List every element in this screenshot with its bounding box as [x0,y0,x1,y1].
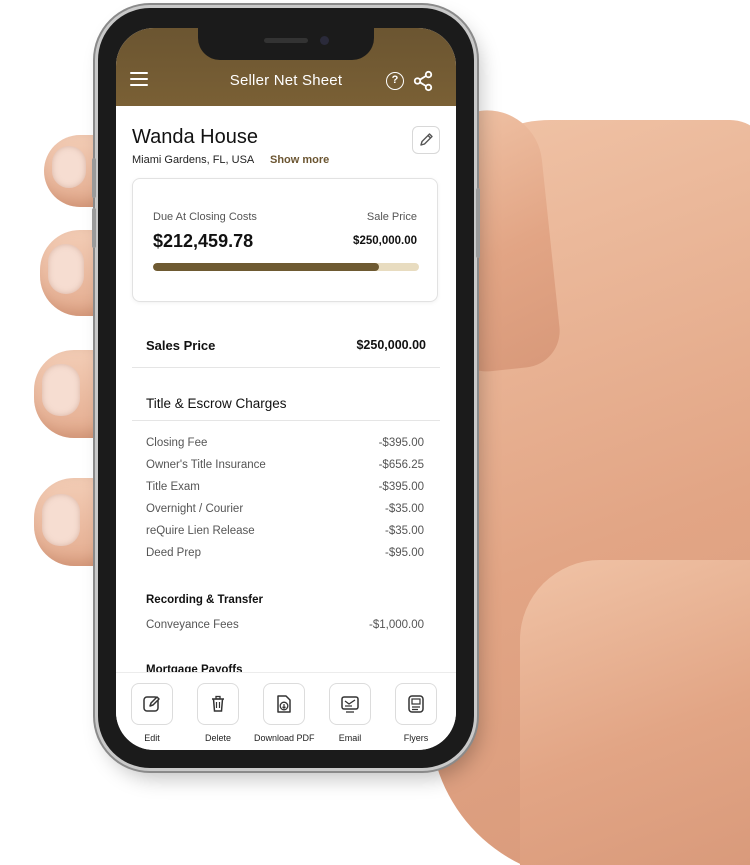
page-title: Seller Net Sheet [229,72,343,89]
list-item: Conveyance Fees -$1,000.00 [146,614,424,636]
phone-frame: Seller Net Sheet ? Wanda House Miami Gar… [92,8,480,768]
edit-label: Edit [144,733,160,743]
list-item: reQuire Lien Release -$35.00 [146,520,424,542]
list-item: Deed Prep -$95.00 [146,542,424,564]
sales-price-value: $250,000.00 [356,338,426,352]
item-value: -$395.00 [378,437,424,449]
item-label: Closing Fee [146,437,208,449]
fingernail-3 [42,364,80,416]
fingernail-4 [42,494,80,546]
sale-price-amount: $250,000.00 [353,235,417,247]
email-button[interactable]: Email [320,683,380,743]
property-location: Miami Gardens, FL, USA [132,154,255,166]
sales-price-label: Sales Price [146,338,216,353]
item-value: -$95.00 [384,547,424,559]
wrist [520,560,750,865]
download-pdf-label: Download PDF [254,733,315,743]
closing-progress-fill [153,263,380,271]
email-icon [329,683,371,725]
flyers-icon [395,683,437,725]
item-value: -$35.00 [384,503,424,515]
due-at-closing-label: Due At Closing Costs [153,211,257,223]
email-label: Email [338,733,362,743]
sales-price-row: Sales Price $250,000.00 [132,320,440,368]
closing-summary-card: Due At Closing Costs Sale Price $212,459… [132,178,438,302]
power-button [476,188,480,258]
download-pdf-button[interactable]: Download PDF [254,683,315,743]
speaker-grille [264,38,308,43]
fingernail-2 [48,244,84,294]
edit-button[interactable]: Edit [122,683,182,743]
flyers-label: Flyers [403,733,429,743]
list-item: Overnight / Courier -$35.00 [146,498,424,520]
recording-transfer-list: Conveyance Fees -$1,000.00 [146,614,424,636]
item-value: -$35.00 [384,525,424,537]
list-item: Closing Fee -$395.00 [146,432,424,454]
edit-property-button[interactable] [412,126,440,154]
property-name: Wanda House [132,126,258,148]
flyers-button[interactable]: Flyers [386,683,446,743]
item-label: Overnight / Courier [146,503,244,515]
item-value: -$656.25 [378,459,424,471]
item-label: Title Exam [146,481,200,493]
item-label: Deed Prep [146,547,201,559]
download-pdf-icon [263,683,305,725]
trash-icon [197,683,239,725]
share-icon[interactable] [412,70,434,92]
mortgage-payoffs-heading: Mortgage Payoffs [146,664,243,672]
delete-button[interactable]: Delete [188,683,248,743]
item-label: Conveyance Fees [146,619,239,631]
bottom-toolbar: Edit Delete Download PDF Email Flyers [116,672,456,750]
item-value: -$395.00 [378,481,424,493]
due-at-closing-amount: $212,459.78 [153,231,254,251]
phone-screen: Seller Net Sheet ? Wanda House Miami Gar… [116,28,456,750]
list-item: Title Exam -$395.00 [146,476,424,498]
volume-button [92,158,96,198]
volume-button [92,208,96,248]
divider [132,420,440,421]
sale-price-label: Sale Price [366,211,417,223]
help-icon[interactable]: ? [386,72,404,90]
edit-icon [131,683,173,725]
title-escrow-heading: Title & Escrow Charges [146,396,287,411]
item-value: -$1,000.00 [369,619,424,631]
fingernail-1 [52,146,86,188]
item-label: Owner's Title Insurance [146,459,266,471]
list-item: Owner's Title Insurance -$656.25 [146,454,424,476]
net-sheet-content[interactable]: Wanda House Miami Gardens, FL, USA Show … [116,106,456,672]
pencil-icon [420,133,433,146]
front-camera [320,36,329,45]
title-escrow-list: Closing Fee -$395.00 Owner's Title Insura… [146,432,424,564]
delete-label: Delete [204,733,231,743]
item-label: reQuire Lien Release [146,525,255,537]
notch [198,28,374,60]
closing-progress-bar [153,263,419,271]
recording-transfer-heading: Recording & Transfer [146,594,263,606]
show-more-link[interactable]: Show more [270,154,329,166]
